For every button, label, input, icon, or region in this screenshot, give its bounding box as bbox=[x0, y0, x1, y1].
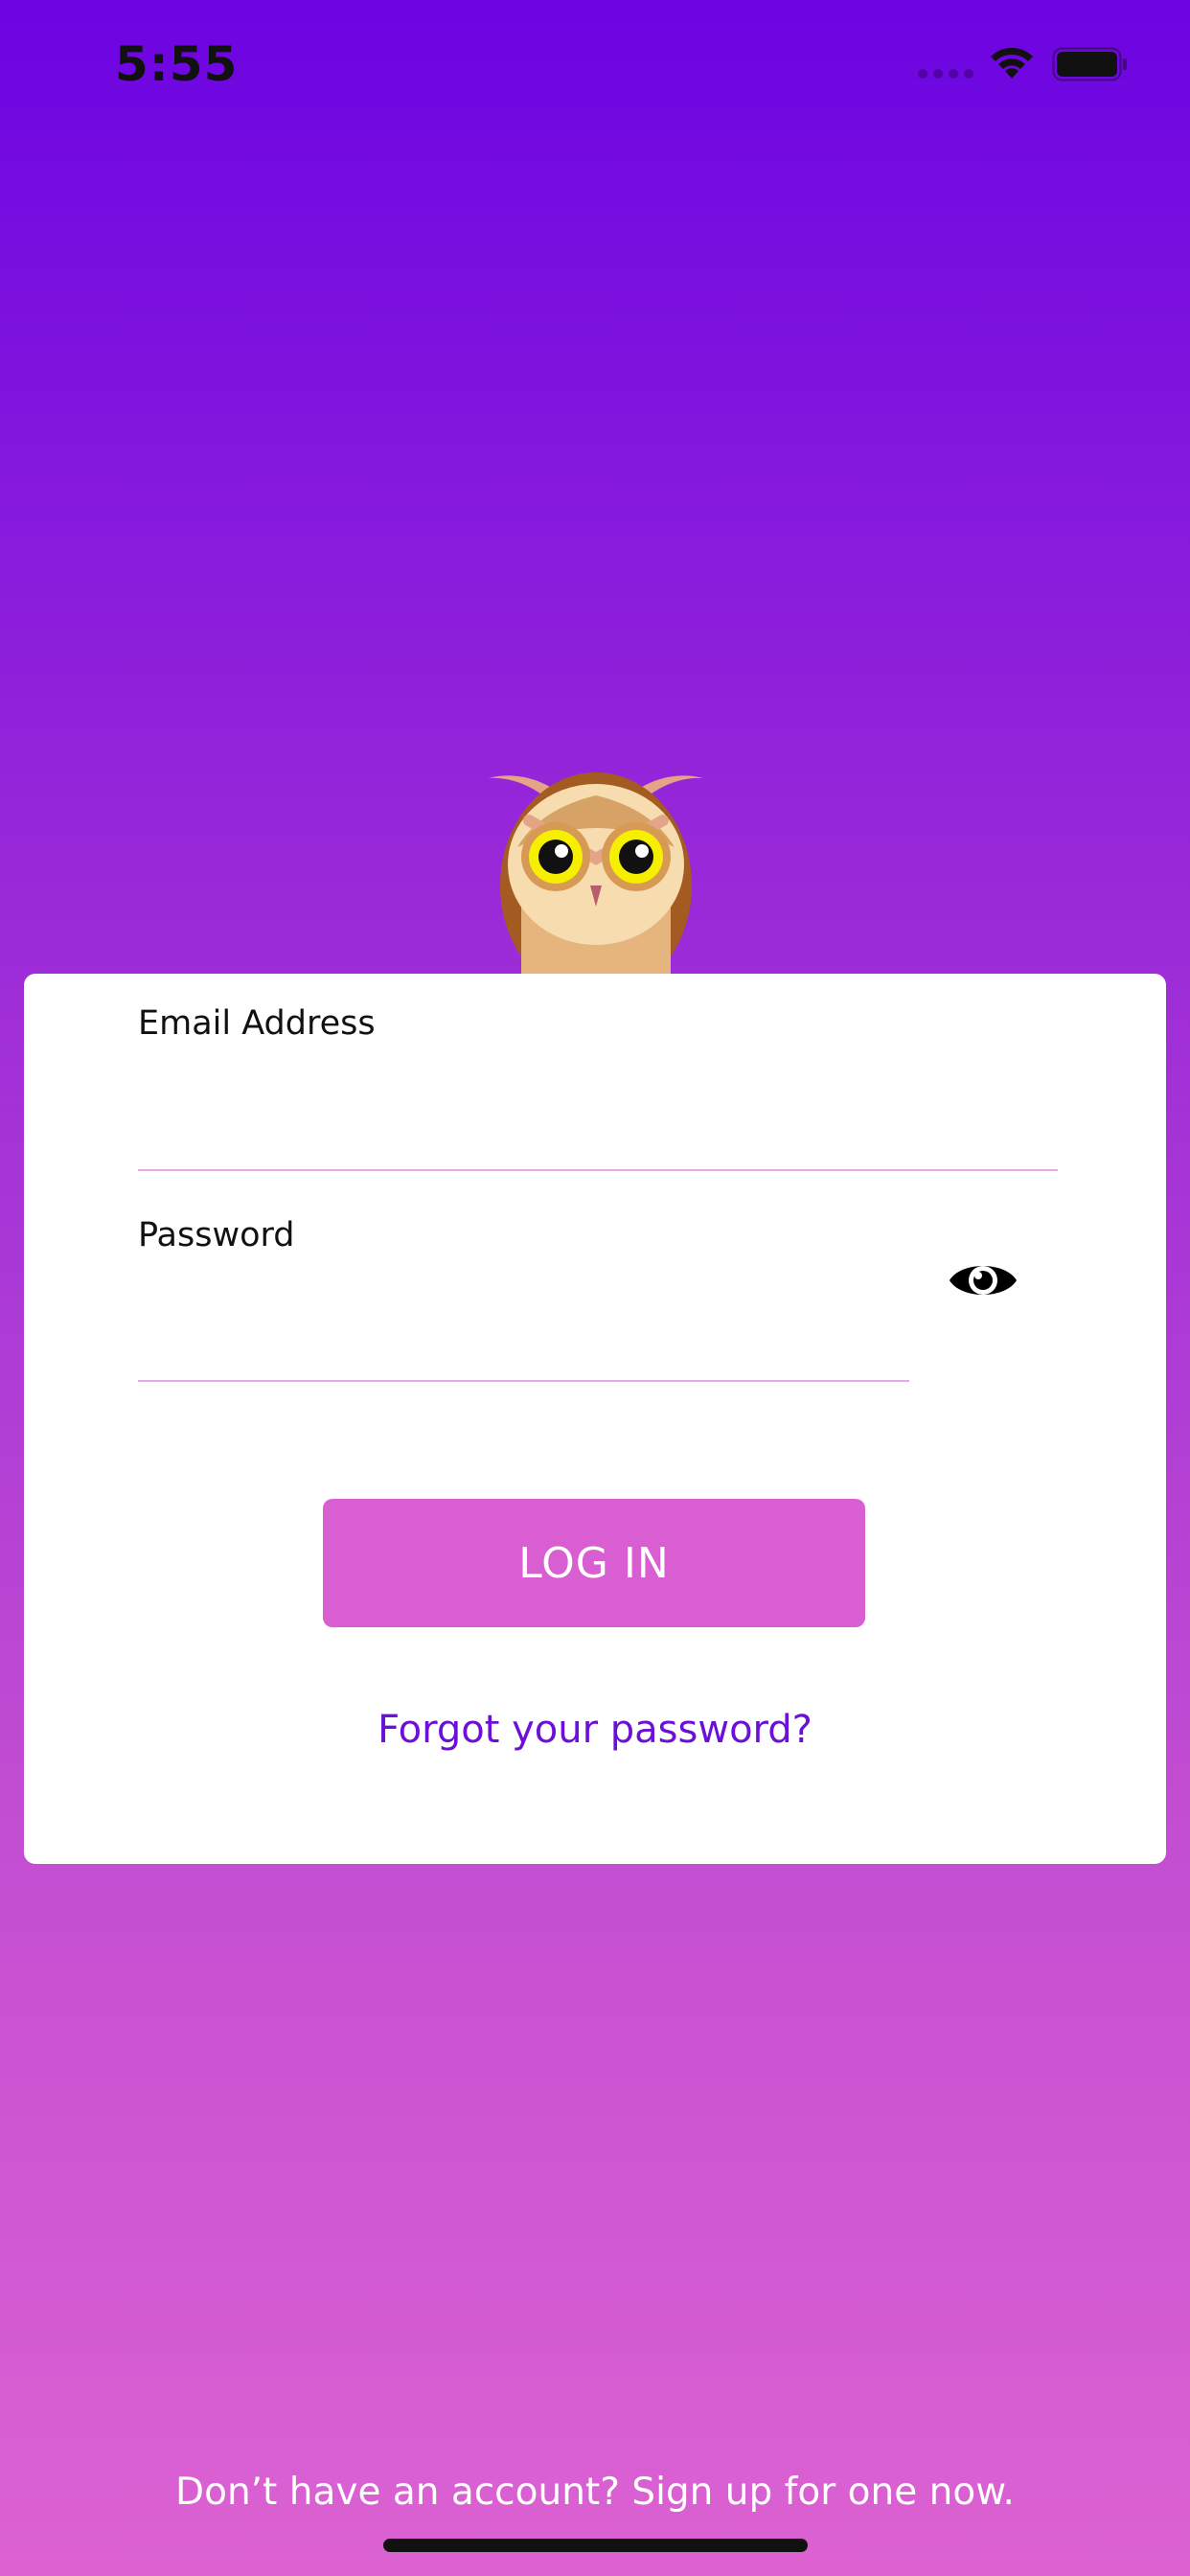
owl-icon bbox=[489, 772, 703, 974]
login-card: Email Address Password LOG IN Forgot you… bbox=[24, 974, 1166, 1864]
password-field[interactable] bbox=[138, 1290, 909, 1382]
login-button[interactable]: LOG IN bbox=[323, 1499, 865, 1627]
battery-icon bbox=[1052, 47, 1127, 81]
cellular-signal-icon bbox=[918, 69, 973, 79]
home-indicator bbox=[383, 2539, 808, 2552]
eye-icon[interactable] bbox=[948, 1254, 1018, 1307]
wifi-icon bbox=[991, 47, 1033, 79]
email-field[interactable] bbox=[138, 1079, 1058, 1171]
status-time: 5:55 bbox=[115, 36, 239, 92]
password-label: Password bbox=[138, 1216, 295, 1254]
email-label: Email Address bbox=[138, 1004, 376, 1043]
signup-link[interactable]: Don’t have an account? Sign up for one n… bbox=[0, 2471, 1190, 2514]
status-bar: 5:55 bbox=[0, 0, 1190, 134]
forgot-password-link[interactable]: Forgot your password? bbox=[24, 1708, 1166, 1752]
